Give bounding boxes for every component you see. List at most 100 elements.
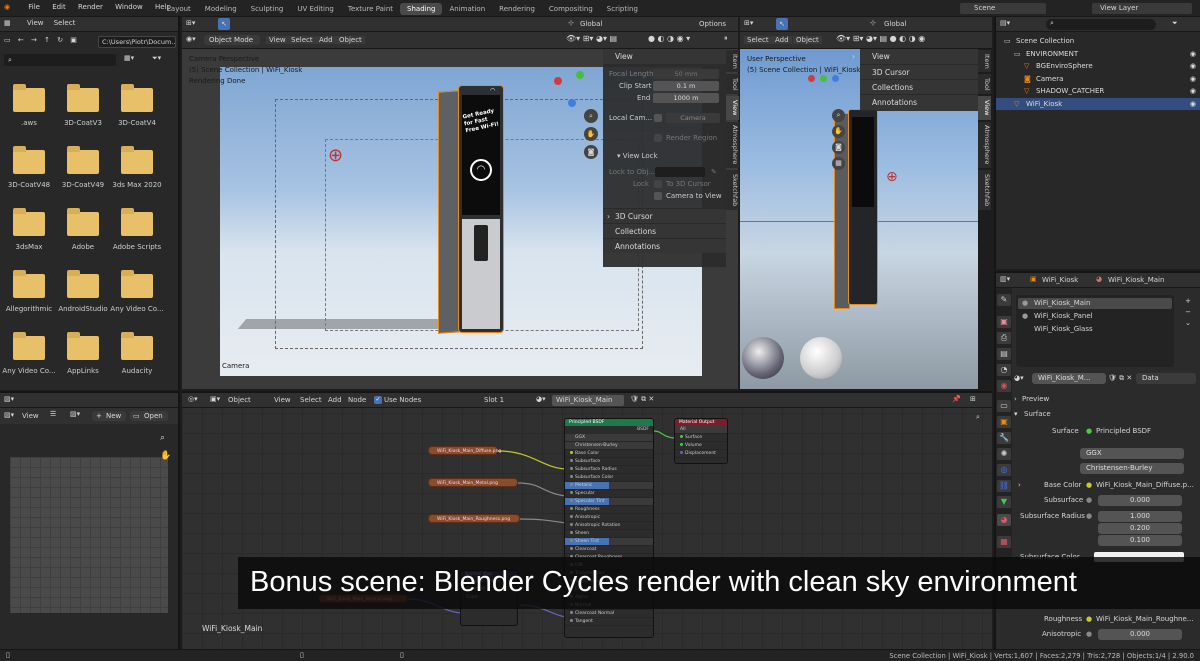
3d-cursor-icon[interactable]: ⊕ xyxy=(886,169,898,185)
npanel-right-3d-cursor[interactable]: 3D Cursor xyxy=(860,64,978,79)
image-browse-icon[interactable]: ▨▾ xyxy=(70,410,80,418)
slot-menu-icon[interactable]: ⌄ xyxy=(1182,319,1194,330)
tab-texture-paint[interactable]: Texture Paint xyxy=(341,3,400,15)
folder-item[interactable]: 3D-CoatV48 xyxy=(2,146,56,189)
list-icon[interactable]: ☰ xyxy=(50,410,56,418)
npanel-tab-sketchfab[interactable]: Sketchfab xyxy=(726,170,739,210)
orientation-dropdown-right[interactable]: Global xyxy=(884,20,906,28)
path-field[interactable]: C:\Users\Piotr\Docum... xyxy=(98,36,176,48)
remove-slot-icon[interactable]: − xyxy=(1182,308,1194,319)
folder-item[interactable]: 3dsMax xyxy=(2,208,56,251)
visibility-icon[interactable]: 👁▾ ⊞▾ ◕▾ ▤ ● ◐ ◑ ◉ xyxy=(836,34,925,43)
output-target[interactable]: All xyxy=(675,426,727,434)
camera-to-view-checkbox[interactable] xyxy=(654,192,662,200)
folder-item[interactable]: 3ds Max 2020 xyxy=(110,146,164,189)
anisotropic-field[interactable]: 0.000 xyxy=(1098,629,1182,640)
tab-scripting[interactable]: Scripting xyxy=(600,3,645,15)
socket-icon[interactable] xyxy=(570,443,573,446)
socket-icon[interactable] xyxy=(570,507,573,510)
pan-hand-icon[interactable]: ✋ xyxy=(584,127,598,141)
bsdf-input-row[interactable]: Clearcoat Normal xyxy=(565,610,653,618)
add-slot-icon[interactable]: + xyxy=(1182,297,1194,308)
object-tab-icon[interactable]: ▣ xyxy=(997,416,1011,428)
npanel-tab-view[interactable]: View xyxy=(726,96,739,120)
editor-type-icon[interactable]: ▦ xyxy=(4,19,11,27)
pivot-icon[interactable]: ⊹ xyxy=(568,19,574,27)
distribution-dropdown[interactable]: GGX xyxy=(1080,448,1184,459)
open-image-button[interactable]: ▭ Open xyxy=(130,411,168,421)
eye-icon[interactable]: ◉ xyxy=(1190,60,1196,72)
socket-icon[interactable] xyxy=(570,611,573,614)
eye-icon[interactable]: ◉ xyxy=(1190,48,1196,60)
link-data-dropdown[interactable]: Data xyxy=(1136,373,1196,384)
base-color-value[interactable]: WiFi_Kiosk_Main_Diffuse.p... xyxy=(1096,479,1194,492)
tab-layout[interactable]: Layout xyxy=(160,3,198,15)
radius-x-field[interactable]: 1.000 xyxy=(1098,511,1182,522)
options-dropdown[interactable]: Options xyxy=(699,20,726,28)
folder-item[interactable]: Adobe xyxy=(56,208,110,251)
socket-icon[interactable] xyxy=(570,515,573,518)
socket-icon[interactable] xyxy=(570,547,573,550)
texture-node-metal[interactable]: WiFi_Kiosk_Main_Metal.png xyxy=(428,478,518,487)
zoom-icon[interactable]: ⌕ xyxy=(832,109,845,122)
eye-icon[interactable]: ◉ xyxy=(1190,73,1196,85)
npanel-right-tab-view[interactable]: View xyxy=(978,96,991,120)
npanel-right-tab-sketchfab[interactable]: Sketchfab xyxy=(978,170,991,210)
radius-z-field[interactable]: 0.100 xyxy=(1098,535,1182,546)
focal-length-field[interactable]: 50 mm xyxy=(653,69,719,79)
vp-menu-add[interactable]: Add xyxy=(316,36,336,44)
world-tab-icon[interactable]: ◉ xyxy=(997,380,1011,392)
menu-window[interactable]: Window xyxy=(115,3,143,11)
fb-menu-view[interactable]: View xyxy=(27,19,44,27)
render-tab-icon[interactable]: ▣ xyxy=(997,316,1011,328)
bsdf-input-row[interactable]: Anisotropic xyxy=(565,514,653,522)
outliner-row[interactable]: ▽ SHADOW_CATCHER ◉ xyxy=(996,85,1200,97)
collection-tab-icon[interactable]: ▭ xyxy=(997,400,1011,412)
socket-icon[interactable] xyxy=(680,443,683,446)
socket-icon[interactable] xyxy=(570,459,573,462)
parent-dir-icon[interactable]: ↑ xyxy=(44,36,50,44)
lock-cursor-checkbox[interactable] xyxy=(654,180,662,188)
surface-shader-value[interactable]: Principled BSDF xyxy=(1096,425,1151,438)
lock-object-field[interactable] xyxy=(655,167,705,177)
3d-cursor-icon[interactable]: ⊕ xyxy=(328,145,343,166)
modifier-tab-icon[interactable]: 🔧 xyxy=(997,432,1011,444)
bsdf-input-row[interactable]: Subsurface Color xyxy=(565,474,653,482)
outliner-row[interactable]: ▽ BGEnviroSphere ◉ xyxy=(996,60,1200,72)
editor-type-icon[interactable]: ▥▾ xyxy=(1000,275,1010,283)
select-tool-icon[interactable]: ↖ xyxy=(776,18,788,30)
npanel-3d-cursor[interactable]: › 3D Cursor xyxy=(603,208,726,223)
refresh-icon[interactable]: ↻ xyxy=(57,36,63,44)
scene-selector[interactable]: Scene xyxy=(960,3,1046,14)
editor-type-icon[interactable]: ▤▾ xyxy=(1000,19,1010,27)
image-canvas-grid[interactable] xyxy=(10,457,168,613)
folder-icon[interactable]: ▭ xyxy=(4,36,11,44)
texture-node-roughness[interactable]: WiFi_Kiosk_Main_Roughness.png xyxy=(428,514,520,523)
ie-menu-view[interactable]: View xyxy=(22,412,39,420)
npanel-right-tab-atmosphere[interactable]: Atmosphere xyxy=(978,122,991,168)
bsdf-input-row[interactable]: Sheen xyxy=(565,530,653,538)
view-layer-tab-icon[interactable]: ▤ xyxy=(997,348,1011,360)
tab-modeling[interactable]: Modeling xyxy=(198,3,244,15)
socket-icon[interactable] xyxy=(570,435,573,438)
folder-item[interactable]: Any Video Co... xyxy=(2,332,56,375)
bsdf-input-row[interactable]: Tangent xyxy=(565,618,653,626)
camera-view-icon[interactable]: ◙ xyxy=(832,141,845,154)
grid-view-icon[interactable]: ▦ xyxy=(832,157,845,170)
bsdf-input-row[interactable]: Base Color xyxy=(565,450,653,458)
render-region-checkbox[interactable] xyxy=(654,134,662,142)
bsdf-input-row[interactable]: Christensen-Burley xyxy=(565,442,653,450)
tool-tab-icon[interactable]: ✎ xyxy=(997,294,1011,306)
socket-icon[interactable] xyxy=(680,435,683,438)
vp-menu-view[interactable]: View xyxy=(266,36,289,44)
bsdf-input-row[interactable]: Subsurface Radius xyxy=(565,466,653,474)
particles-tab-icon[interactable]: ✺ xyxy=(997,448,1011,460)
npanel-tab-atmosphere[interactable]: Atmosphere xyxy=(726,122,739,168)
local-camera-field[interactable]: Camera xyxy=(666,113,720,123)
bsdf-input-row[interactable]: GGX xyxy=(565,434,653,442)
pause-render-icon[interactable]: ⏸ xyxy=(724,34,728,43)
socket-icon[interactable] xyxy=(570,475,573,478)
material-browse-icon[interactable]: ◕▾ xyxy=(1014,374,1024,382)
bsdf-input-row[interactable]: Metallic xyxy=(565,482,653,490)
outliner-row[interactable]: ▽ WiFi_Kiosk ◉ xyxy=(996,97,1200,110)
